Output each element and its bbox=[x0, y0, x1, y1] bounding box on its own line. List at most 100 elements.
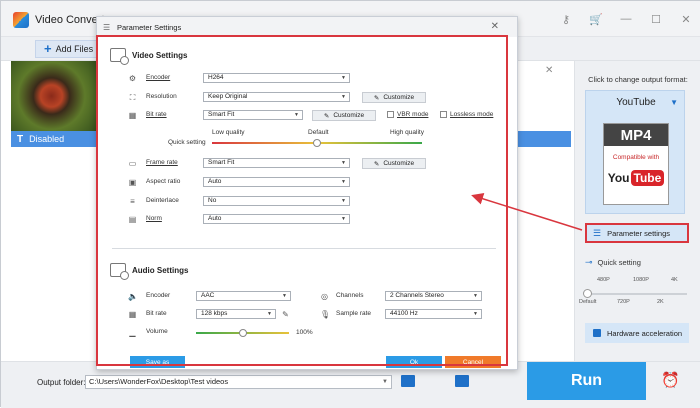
quick-setting-label: ⊸ Quick setting bbox=[585, 257, 641, 268]
youtube-logo: You Tube bbox=[608, 167, 665, 189]
hardware-acceleration-button[interactable]: Hardware acceleration bbox=[585, 323, 689, 343]
plus-icon: + bbox=[44, 41, 52, 56]
deinterlace-value: No bbox=[208, 197, 217, 204]
high-quality-label: High quality bbox=[390, 129, 424, 136]
resolution-value: Keep Original bbox=[208, 93, 248, 100]
channels-label: Channels bbox=[336, 292, 364, 299]
maximize-icon[interactable]: ☐ bbox=[641, 7, 671, 31]
output-format-card[interactable]: YouTube ▼ MP4 Compatible with You Tube bbox=[585, 90, 685, 214]
quick-setting-icon: ⊸ bbox=[585, 257, 593, 267]
settings-sliders-icon: ☰ bbox=[103, 23, 111, 32]
output-folder-label: Output folder: bbox=[37, 378, 86, 387]
sample-rate-select[interactable]: 44100 Hz ▼ bbox=[385, 309, 482, 319]
norm-value: Auto bbox=[208, 215, 222, 222]
qs-tick-default: Default bbox=[579, 299, 597, 305]
norm-select[interactable]: Auto ▼ bbox=[203, 214, 350, 224]
norm-label[interactable]: Norm bbox=[146, 215, 162, 222]
video-encoder-label[interactable]: Encoder bbox=[146, 74, 170, 81]
lossless-mode-checkbox[interactable]: Lossless mode bbox=[440, 111, 493, 118]
framerate-customize-button[interactable]: ✎ Customize bbox=[362, 158, 426, 169]
remove-file-icon[interactable]: ✕ bbox=[545, 65, 553, 76]
volume-icon: ▁ bbox=[129, 328, 136, 337]
key-icon[interactable]: ⚷ bbox=[551, 7, 581, 31]
chevron-down-icon[interactable]: ▼ bbox=[382, 376, 388, 388]
qs-tick-480p: 480P bbox=[597, 277, 610, 283]
quick-setting-slider[interactable] bbox=[587, 293, 687, 295]
chevron-down-icon: ▼ bbox=[473, 293, 478, 299]
audio-settings-title: Audio Settings bbox=[132, 265, 189, 275]
aspect-ratio-label: Aspect ratio bbox=[146, 178, 181, 185]
dialog-close-icon[interactable]: ✕ bbox=[491, 21, 499, 32]
save-as-button[interactable]: Save as bbox=[130, 356, 185, 368]
sample-rate-label: Sample rate bbox=[336, 310, 372, 317]
aspect-ratio-icon: ▣ bbox=[128, 178, 137, 187]
bitrate-customize-button[interactable]: ✎ Customize bbox=[312, 110, 376, 121]
subtitle-status: Disabled bbox=[29, 134, 65, 144]
quick-setting-knob[interactable] bbox=[583, 289, 592, 298]
add-files-button[interactable]: + Add Files bbox=[35, 40, 103, 58]
chevron-down-icon: ▼ bbox=[473, 311, 478, 317]
channels-value: 2 Channels Stereo bbox=[390, 292, 444, 299]
chevron-down-icon: ▼ bbox=[341, 179, 346, 185]
chevron-down-icon: ▼ bbox=[341, 198, 346, 204]
qs-tick-720p: 720P bbox=[617, 299, 630, 305]
video-settings-title: Video Settings bbox=[132, 50, 188, 60]
output-folder-path: C:\Users\WonderFox\Desktop\Test videos bbox=[89, 377, 229, 386]
mp4-label: MP4 bbox=[604, 124, 668, 146]
compatible-label: Compatible with bbox=[612, 154, 660, 161]
parameter-settings-label: Parameter settings bbox=[607, 228, 671, 238]
resolution-select[interactable]: Keep Original ▼ bbox=[203, 92, 350, 102]
video-bitrate-select[interactable]: Smart Fit ▼ bbox=[203, 110, 303, 120]
chevron-down-icon: ▼ bbox=[267, 311, 272, 317]
subtitle-icon: T bbox=[17, 133, 24, 145]
chevron-down-icon: ▼ bbox=[341, 75, 346, 81]
checkbox-box[interactable] bbox=[387, 111, 394, 118]
open-folder-icon[interactable] bbox=[455, 375, 469, 387]
pencil-icon: ✎ bbox=[373, 160, 380, 168]
framerate-select[interactable]: Smart Fit ▼ bbox=[203, 158, 350, 168]
audio-encoder-label: Encoder bbox=[146, 292, 171, 299]
chevron-down-icon: ▼ bbox=[341, 94, 346, 100]
alarm-clock-icon[interactable]: ⏰ bbox=[661, 371, 680, 389]
resolution-customize-button[interactable]: ✎ Customize bbox=[362, 92, 426, 103]
checkbox-box[interactable] bbox=[440, 111, 447, 118]
parameter-settings-button[interactable]: ☰ Parameter settings bbox=[585, 223, 689, 243]
video-thumbnail[interactable] bbox=[11, 61, 101, 131]
ok-button[interactable]: Ok bbox=[386, 356, 442, 368]
app-logo-icon bbox=[13, 12, 29, 28]
volume-slider-knob[interactable] bbox=[238, 329, 247, 337]
audio-bitrate-icon: ▦ bbox=[128, 310, 137, 319]
customize-label: Customize bbox=[333, 112, 365, 119]
volume-value: 100% bbox=[296, 329, 313, 336]
framerate-value: Smart Fit bbox=[208, 159, 235, 166]
audio-bitrate-select[interactable]: 128 kbps ▼ bbox=[196, 309, 276, 319]
minimize-icon[interactable]: — bbox=[611, 7, 641, 31]
video-bitrate-value: Smart Fit bbox=[208, 111, 235, 118]
video-settings-heading: Video Settings bbox=[110, 48, 188, 65]
deinterlace-select[interactable]: No ▼ bbox=[203, 196, 350, 206]
video-encoder-value: H264 bbox=[208, 74, 224, 81]
qs-tick-1080p: 1080P bbox=[633, 277, 649, 283]
mp4-format-image: MP4 Compatible with You Tube bbox=[603, 123, 669, 205]
cart-icon[interactable]: 🛒 bbox=[581, 7, 611, 31]
cancel-button[interactable]: Cancel bbox=[445, 356, 501, 368]
output-folder-input[interactable]: C:\Users\WonderFox\Desktop\Test videos ▼ bbox=[85, 375, 392, 389]
browse-folder-icon[interactable] bbox=[401, 375, 415, 387]
window-controls: ⚷ 🛒 — ☐ ✕ bbox=[551, 7, 700, 31]
pencil-icon: ✎ bbox=[373, 94, 380, 102]
pencil-icon: ✎ bbox=[323, 112, 330, 120]
pencil-icon[interactable]: ✎ bbox=[281, 310, 290, 319]
quality-slider-knob[interactable] bbox=[313, 139, 321, 147]
video-bitrate-label[interactable]: Bit rate bbox=[146, 111, 167, 118]
framerate-label[interactable]: Frame rate bbox=[146, 159, 178, 166]
chevron-down-icon: ▼ bbox=[341, 216, 346, 222]
sliders-icon: ☰ bbox=[593, 227, 602, 238]
audio-encoder-select[interactable]: AAC ▼ bbox=[196, 291, 291, 301]
aspect-ratio-select[interactable]: Auto ▼ bbox=[203, 177, 350, 187]
vbr-mode-checkbox[interactable]: VBR mode bbox=[387, 111, 428, 118]
close-icon[interactable]: ✕ bbox=[671, 7, 700, 31]
run-button[interactable]: Run bbox=[527, 362, 646, 400]
video-encoder-select[interactable]: H264 ▼ bbox=[203, 73, 350, 83]
channels-select[interactable]: 2 Channels Stereo ▼ bbox=[385, 291, 482, 301]
norm-icon: ▤ bbox=[128, 215, 137, 224]
